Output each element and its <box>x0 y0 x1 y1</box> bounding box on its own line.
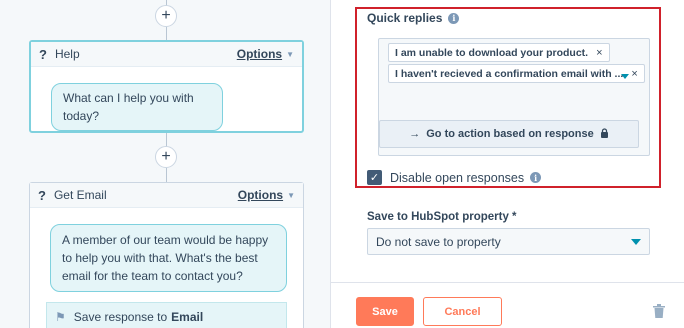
save-property-label: Save to HubSpot property * <box>367 211 517 223</box>
chevron-down-icon <box>631 238 641 245</box>
flag-icon: ⚑ <box>55 310 66 324</box>
go-to-action-label: Go to action based on response <box>426 128 594 140</box>
quick-replies-box: I am unable to download your product. × … <box>378 38 650 156</box>
trash-icon[interactable] <box>653 304 665 318</box>
quick-replies-label: Quick replies i <box>367 11 460 25</box>
save-response-row: ⚑ Save response to Email <box>46 302 287 328</box>
arrow-right-icon: → <box>409 128 421 140</box>
save-property-value: Do not save to property <box>376 234 501 249</box>
flow-canvas: + ? Help Options ▼ What can I help you w… <box>0 0 330 328</box>
info-icon[interactable]: i <box>448 12 460 24</box>
save-button[interactable]: Save <box>356 297 414 326</box>
chevron-down-icon: ▼ <box>286 49 294 59</box>
quick-replies-label-text: Quick replies <box>367 11 443 25</box>
plus-icon: + <box>161 148 171 165</box>
card-header: ? Help Options ▼ <box>31 42 302 67</box>
action-card-help[interactable]: ? Help Options ▼ What can I help you wit… <box>29 40 304 133</box>
quick-reply-tag: I am unable to download your product. × <box>388 43 610 62</box>
info-icon[interactable]: i <box>530 172 542 183</box>
panel-footer: Save Cancel <box>331 282 684 328</box>
disable-open-responses-row: ✓ Disable open responses i <box>367 170 542 185</box>
connector-line <box>166 133 167 147</box>
save-property-select[interactable]: Do not save to property <box>367 228 650 255</box>
options-menu[interactable]: Options <box>238 188 283 202</box>
cancel-button[interactable]: Cancel <box>423 297 502 326</box>
card-header: ? Get Email Options ▼ <box>30 183 303 208</box>
question-icon: ? <box>38 187 46 203</box>
close-icon[interactable]: × <box>596 47 602 59</box>
chevron-down-icon[interactable] <box>621 74 629 79</box>
question-icon: ? <box>39 46 47 62</box>
close-icon[interactable]: × <box>631 68 637 80</box>
action-edit-panel: Quick replies i I am unable to download … <box>330 0 684 328</box>
bot-message-bubble: A member of our team would be happy to h… <box>50 224 287 292</box>
quick-reply-tag: I haven't recieved a confirmation email … <box>388 64 645 83</box>
quick-reply-label: I haven't recieved a confirmation email … <box>395 67 624 80</box>
card-title: Get Email <box>53 188 107 202</box>
lock-icon <box>600 127 609 141</box>
disable-open-responses-label: Disable open responses <box>390 170 525 185</box>
disable-open-responses-checkbox[interactable]: ✓ <box>367 170 382 185</box>
card-title: Help <box>54 47 80 61</box>
action-card-get-email[interactable]: ? Get Email Options ▼ A member of our te… <box>29 182 304 328</box>
quick-reply-label: I am unable to download your product. <box>395 46 589 59</box>
options-menu[interactable]: Options <box>237 47 282 61</box>
plus-icon: + <box>161 7 171 24</box>
quick-replies-input[interactable]: I am unable to download your product. × … <box>380 39 648 113</box>
save-response-property: Email <box>171 310 204 324</box>
connector-line <box>166 27 167 41</box>
go-to-action-button[interactable]: → Go to action based on response <box>379 120 639 148</box>
connector-line <box>166 168 167 182</box>
add-action-button[interactable]: + <box>155 146 177 168</box>
chevron-down-icon: ▼ <box>287 190 295 200</box>
add-action-button[interactable]: + <box>155 5 177 27</box>
bot-message-bubble: What can I help you with today? <box>51 83 223 131</box>
save-response-prefix: Save response to <box>73 310 168 324</box>
